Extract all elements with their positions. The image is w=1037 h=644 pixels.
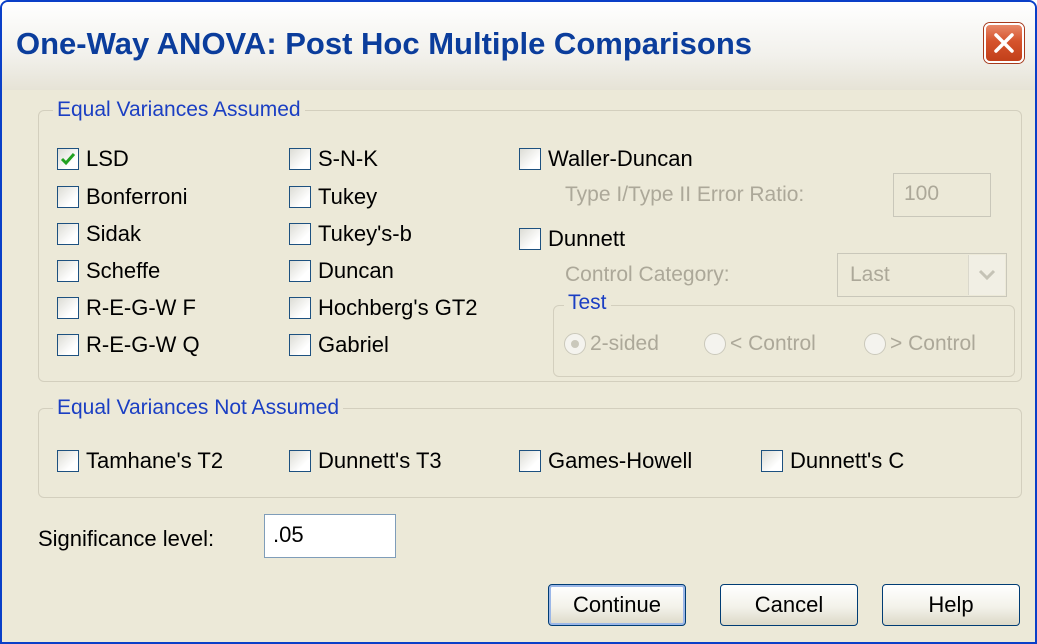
equal-variances-not-assumed-legend: Equal Variances Not Assumed — [53, 396, 344, 420]
lsd-checkbox-box[interactable] — [57, 148, 79, 170]
radio-2-sided[interactable]: 2-sided — [564, 330, 659, 358]
control-category-value: Last — [850, 263, 890, 286]
scheffe-label: Scheffe — [86, 258, 161, 283]
waller-duncan-checkbox-box[interactable] — [519, 148, 541, 170]
bonferroni-label: Bonferroni — [86, 184, 188, 209]
checkbox-scheffe[interactable]: Scheffe — [57, 257, 160, 285]
tamhane-label: Tamhane's T2 — [86, 448, 224, 473]
error-ratio-label: Type I/Type II Error Ratio: — [565, 183, 805, 206]
checkbox-hochberg[interactable]: Hochberg's GT2 — [289, 294, 478, 322]
checkbox-gabriel[interactable]: Gabriel — [289, 331, 389, 359]
checkbox-snk[interactable]: S-N-K — [289, 145, 378, 173]
tukeys-b-checkbox-box[interactable] — [289, 223, 311, 245]
dunnett-label: Dunnett — [548, 226, 626, 251]
checkbox-waller-duncan[interactable]: Waller-Duncan — [519, 145, 693, 173]
checkbox-dunnett[interactable]: Dunnett — [519, 225, 625, 253]
hochberg-checkbox-box[interactable] — [289, 297, 311, 319]
dunnett-t3-label: Dunnett's T3 — [318, 448, 442, 473]
radio-greater-control[interactable]: > Control — [864, 330, 976, 358]
radio-2-sided-label: 2-sided — [590, 332, 659, 355]
equal-variances-not-assumed-group: Equal Variances Not Assumed Tamhane's T2… — [38, 396, 1022, 498]
dunnett-checkbox-box[interactable] — [519, 228, 541, 250]
regwq-checkbox-box[interactable] — [57, 334, 79, 356]
dunnett-c-label: Dunnett's C — [790, 448, 905, 473]
checkbox-regwq[interactable]: R-E-G-W Q — [57, 331, 200, 359]
dropdown-arrow-button[interactable] — [968, 255, 1005, 295]
snk-checkbox-box[interactable] — [289, 148, 311, 170]
duncan-checkbox-box[interactable] — [289, 260, 311, 282]
checkmark-icon — [60, 153, 76, 166]
checkbox-tamhane[interactable]: Tamhane's T2 — [57, 447, 223, 475]
games-howell-checkbox-box[interactable] — [519, 450, 541, 472]
radio-2-sided-dot[interactable] — [564, 333, 586, 355]
checkbox-games-howell[interactable]: Games-Howell — [519, 447, 692, 475]
dialog-title: One-Way ANOVA: Post Hoc Multiple Compari… — [16, 26, 753, 61]
tamhane-checkbox-box[interactable] — [57, 450, 79, 472]
dunnett-c-checkbox-box[interactable] — [761, 450, 783, 472]
snk-label: S-N-K — [318, 146, 378, 171]
error-ratio-value: 100 — [904, 182, 940, 205]
radio-greater-control-dot[interactable] — [864, 333, 886, 355]
duncan-label: Duncan — [318, 258, 394, 283]
tukey-checkbox-box[interactable] — [289, 186, 311, 208]
checkbox-lsd[interactable]: LSD — [57, 145, 129, 173]
lsd-label: LSD — [86, 146, 129, 171]
tukey-label: Tukey — [318, 184, 378, 209]
sidak-label: Sidak — [86, 221, 142, 246]
control-category-dropdown[interactable]: Last — [837, 253, 1007, 297]
significance-level-input[interactable]: .05 — [264, 514, 396, 558]
checkbox-regwf[interactable]: R-E-G-W F — [57, 294, 196, 322]
significance-level-value: .05 — [273, 522, 304, 547]
equal-variances-assumed-legend: Equal Variances Assumed — [53, 98, 305, 122]
chevron-down-icon — [978, 269, 996, 281]
error-ratio-field[interactable]: 100 — [893, 173, 991, 217]
close-button[interactable] — [984, 23, 1024, 63]
regwf-label: R-E-G-W F — [86, 295, 196, 320]
hochberg-label: Hochberg's GT2 — [318, 295, 478, 320]
regwf-checkbox-box[interactable] — [57, 297, 79, 319]
radio-less-control-dot[interactable] — [704, 333, 726, 355]
radio-greater-control-label: > Control — [890, 332, 976, 355]
tukeys-b-label: Tukey's-b — [318, 221, 412, 246]
significance-level-label: Significance level: — [38, 526, 215, 551]
checkbox-bonferroni[interactable]: Bonferroni — [57, 183, 188, 211]
title-bar[interactable]: One-Way ANOVA: Post Hoc Multiple Compari… — [2, 2, 1035, 91]
radio-less-control[interactable]: < Control — [704, 330, 816, 358]
sidak-checkbox-box[interactable] — [57, 223, 79, 245]
control-category-label: Control Category: — [565, 263, 730, 286]
test-legend: Test — [564, 291, 611, 315]
scheffe-checkbox-box[interactable] — [57, 260, 79, 282]
games-howell-label: Games-Howell — [548, 448, 693, 473]
test-group: Test 2-sided < Control > Control — [553, 291, 1015, 377]
radio-less-control-label: < Control — [730, 332, 816, 355]
checkbox-dunnett-c[interactable]: Dunnett's C — [761, 447, 904, 475]
checkbox-tukey[interactable]: Tukey — [289, 183, 377, 211]
help-button[interactable]: Help — [882, 584, 1020, 626]
continue-button[interactable]: Continue — [548, 584, 686, 626]
dialog-content: Equal Variances Assumed LSD Bonferroni S… — [2, 90, 1035, 642]
checkbox-sidak[interactable]: Sidak — [57, 220, 141, 248]
equal-variances-assumed-group: Equal Variances Assumed LSD Bonferroni S… — [38, 98, 1022, 382]
checkbox-duncan[interactable]: Duncan — [289, 257, 394, 285]
bonferroni-checkbox-box[interactable] — [57, 186, 79, 208]
waller-duncan-label: Waller-Duncan — [548, 146, 693, 171]
checkbox-dunnett-t3[interactable]: Dunnett's T3 — [289, 447, 442, 475]
gabriel-label: Gabriel — [318, 332, 389, 357]
checkbox-tukeys-b[interactable]: Tukey's-b — [289, 220, 412, 248]
gabriel-checkbox-box[interactable] — [289, 334, 311, 356]
cancel-button[interactable]: Cancel — [720, 584, 858, 626]
dunnett-t3-checkbox-box[interactable] — [289, 450, 311, 472]
regwq-label: R-E-G-W Q — [86, 332, 200, 357]
dialog-window: One-Way ANOVA: Post Hoc Multiple Compari… — [0, 0, 1037, 644]
